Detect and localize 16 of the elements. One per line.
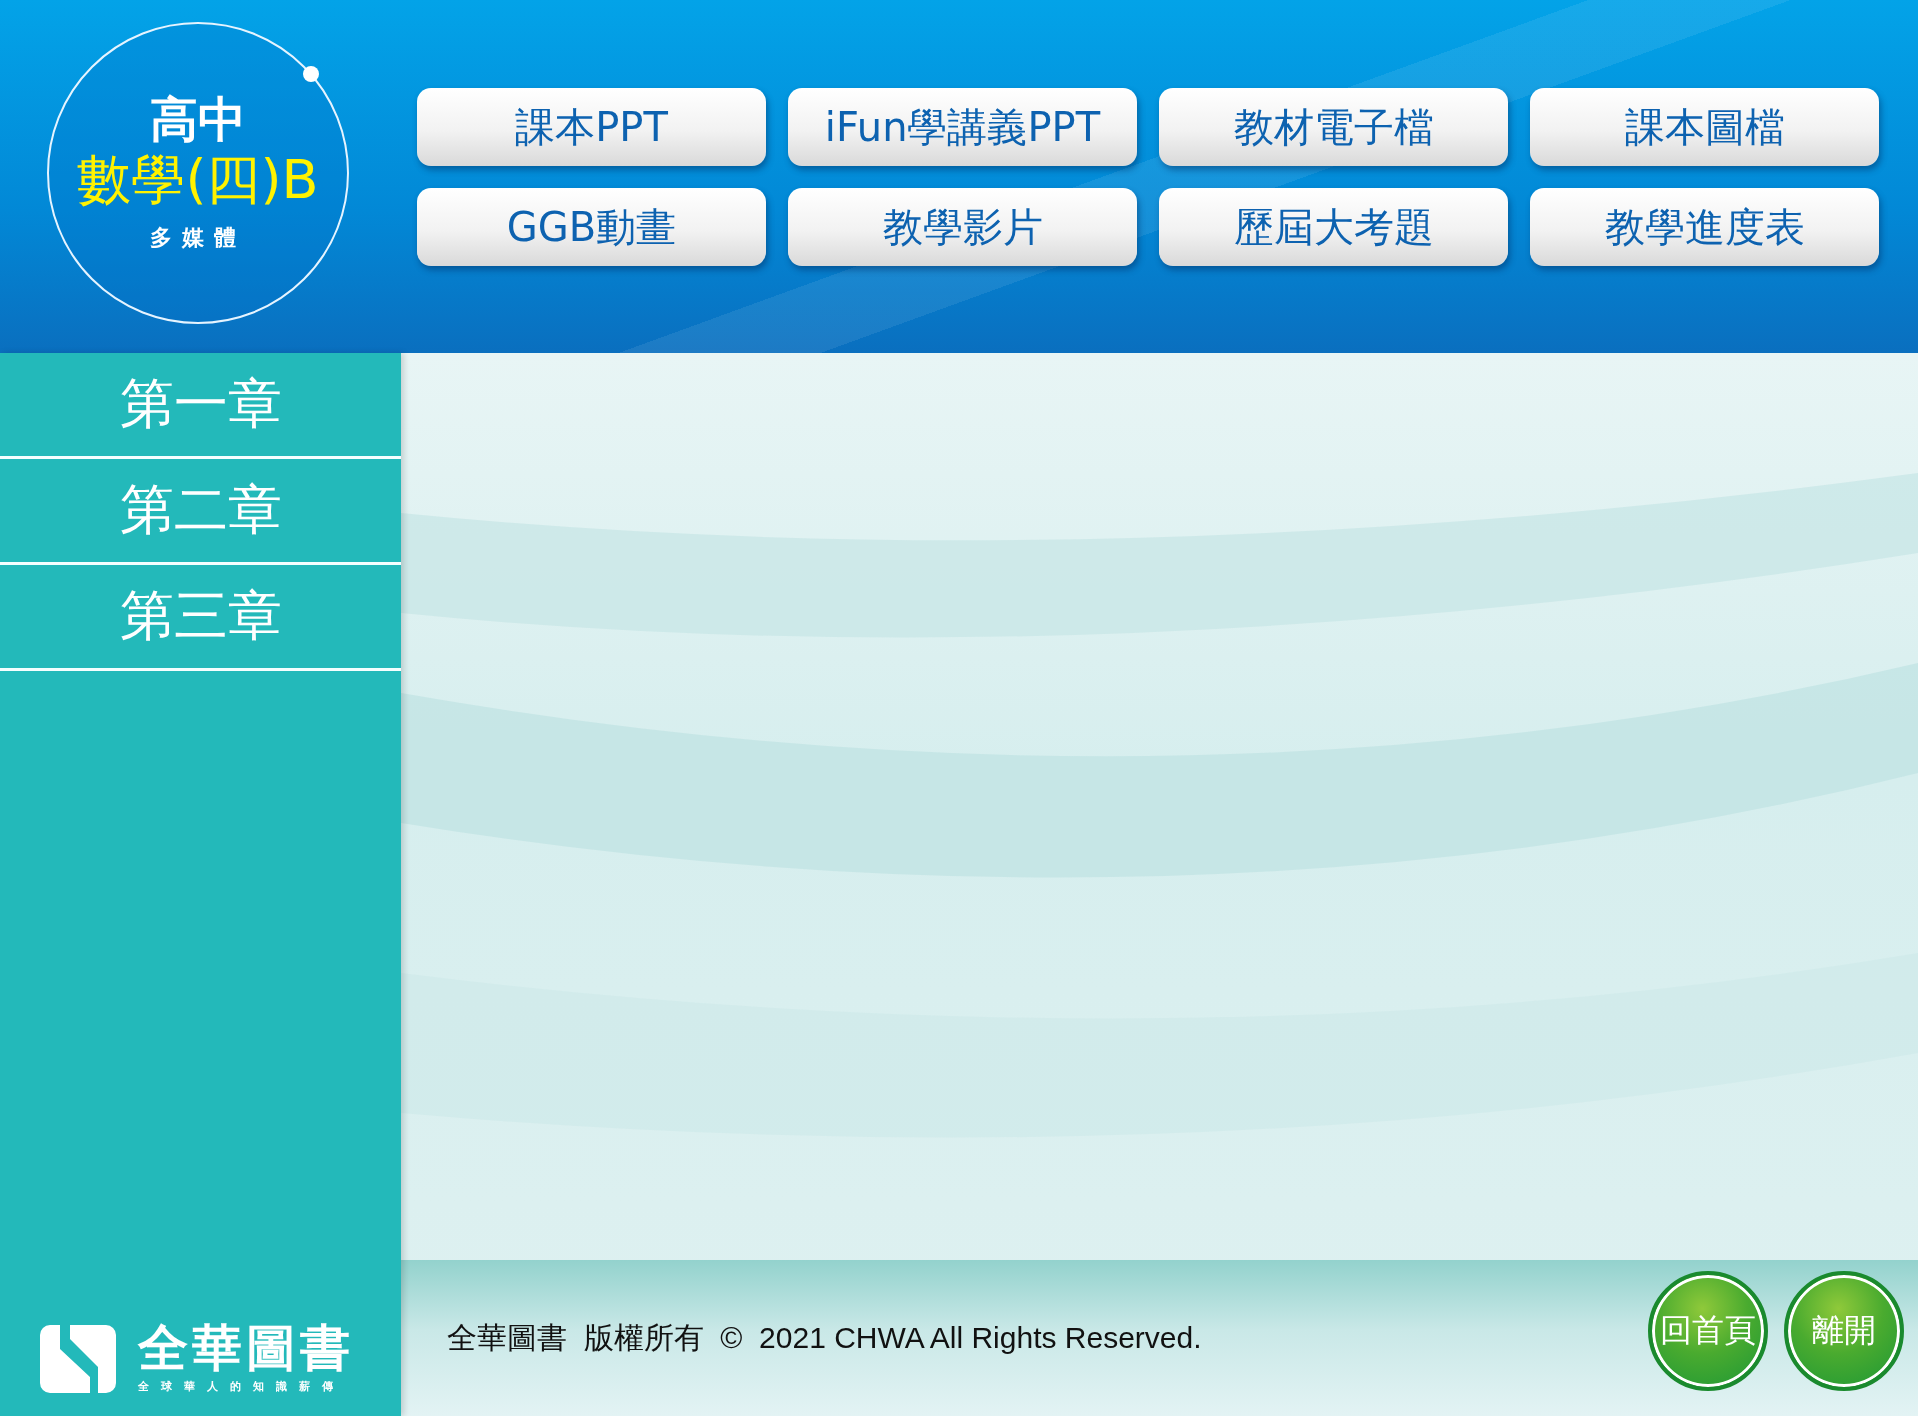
nav-button[interactable]: 教學進度表: [1530, 188, 1879, 266]
logo-subtitle-text: 多媒體: [150, 224, 246, 253]
nav-button[interactable]: 課本圖檔: [1530, 88, 1879, 166]
publisher-logo-icon: [40, 1324, 116, 1393]
nav-button[interactable]: 教學影片: [788, 188, 1137, 266]
nav-button[interactable]: 課本PPT: [417, 88, 766, 166]
copyright-text: 全華圖書 版權所有 © 2021 CHWA All Rights Reserved.: [447, 1319, 1202, 1356]
logo-subject-text: 數學(四)B: [77, 147, 319, 214]
nav-button[interactable]: GGB動畫: [417, 188, 766, 266]
publisher-name: 全華圖書: [138, 1323, 354, 1373]
nav-button[interactable]: iFun學講義PPT: [788, 88, 1137, 166]
dot-icon: [303, 66, 319, 82]
nav-button[interactable]: 教材電子檔: [1159, 88, 1508, 166]
logo-level-text: 高中: [150, 92, 246, 146]
publisher-tagline: 全球華人的知識薪傳: [138, 1379, 345, 1394]
nav-button[interactable]: 歷屆大考題: [1159, 188, 1508, 266]
